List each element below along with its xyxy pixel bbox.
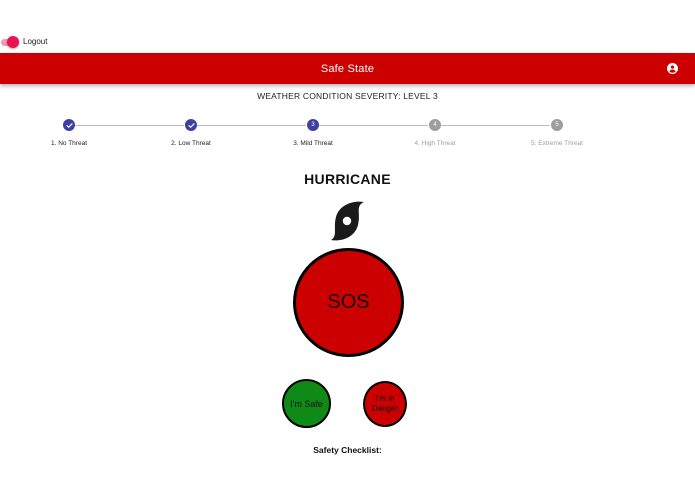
danger-button-label: I'm in Danger <box>371 394 399 413</box>
step-label: 3. Mild Threat <box>293 140 333 147</box>
logout-toggle[interactable] <box>1 35 19 48</box>
step-number: 3 <box>307 119 319 131</box>
step-label: 4. High Threat <box>414 140 456 147</box>
step-low-threat: 2. Low Threat <box>141 119 241 147</box>
step-check-icon <box>185 119 197 131</box>
step-label: 1. No Threat <box>50 140 87 147</box>
step-high-threat: 4 4. High Threat <box>385 119 485 147</box>
logout-label: Logout <box>23 37 48 46</box>
im-safe-button[interactable]: I'm Safe <box>282 379 331 428</box>
step-number: 5 <box>551 119 563 131</box>
im-in-danger-button[interactable]: I'm in Danger <box>363 381 407 427</box>
step-label: 5. Extreme Threat <box>531 140 583 147</box>
safe-state-page: Logout Safe State WEATHER CONDITION SEVE… <box>0 0 695 494</box>
safe-button-label: I'm Safe <box>290 398 323 409</box>
step-no-threat: 1. No Threat <box>19 119 119 147</box>
toggle-thumb[interactable] <box>7 35 19 48</box>
hurricane-icon <box>331 201 364 241</box>
app-header: Safe State <box>0 53 695 84</box>
threat-title: HURRICANE <box>304 171 391 187</box>
step-extreme-threat: 5 5. Extreme Threat <box>507 119 607 147</box>
step-mild-threat: 3 3. Mild Threat <box>263 119 363 147</box>
step-label: 2. Low Threat <box>171 140 211 147</box>
safety-checklist-title: Safety Checklist: <box>313 445 382 455</box>
app-title: Safe State <box>320 62 375 75</box>
step-number: 4 <box>429 119 441 131</box>
account-circle-icon[interactable] <box>667 63 678 74</box>
logout-toggle-row[interactable]: Logout <box>0 35 47 49</box>
threat-level-stepper: 1. No Threat 2. Low Threat 3 3. Mild Thr… <box>0 119 695 159</box>
severity-level-text: WEATHER CONDITION SEVERITY: LEVEL 3 <box>257 91 438 101</box>
step-check-icon <box>63 119 75 131</box>
sos-button[interactable]: SOS <box>293 248 404 357</box>
